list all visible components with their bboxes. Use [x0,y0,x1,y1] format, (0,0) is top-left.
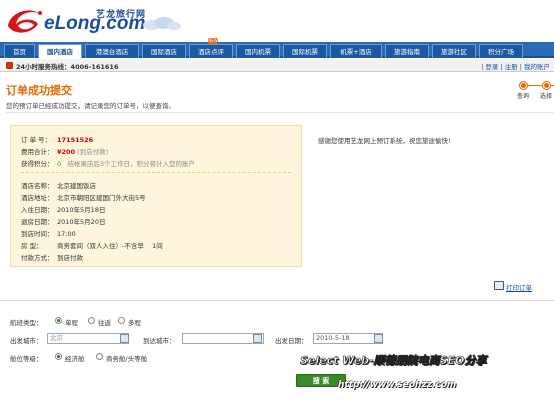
trip-multi-radio[interactable] [118,317,125,324]
fee-label: 费用合计： [21,148,54,156]
from-city-input[interactable]: 北京 [47,333,129,344]
checkout-row: 退房日期： 2010年5月20日 [21,216,105,226]
trip-oneway-radio[interactable] [55,317,62,324]
points-label: 获得积分： [21,160,54,168]
from-city-label: 出发城市： [10,337,43,345]
hotel-address-label: 酒店地址： [21,194,54,202]
divider [0,300,554,301]
hotel-address-value: 北京市朝阳区建国门外大街5号 [57,194,146,202]
hotel-address-row: 酒店地址： 北京市朝阳区建国门外大街5号 [21,192,146,202]
depart-date-input[interactable]: 2010-5-18 [313,333,383,344]
points-value: 0 [57,160,62,168]
page-title: 订单成功提交 [6,84,72,97]
order-number-row: 订 单 号： 17151526 [21,134,93,144]
hotel-name-label: 酒店名称： [21,182,54,190]
points-note: 结帐离店后3个工作日，积分将计入您的账户 [67,160,195,168]
thanks-message: 感谢您使用艺龙网上预订系统，祝您旅途愉快! [318,137,451,145]
nav-tab-hk-macau-taiwan-hotel[interactable]: 港澳台酒店 [85,44,139,58]
arrival-time-value: 17:00 [57,230,76,238]
dragon-logo-icon [8,10,42,33]
cabin-economy-label[interactable]: 经济舱 [65,353,85,363]
hotel-name-value: 北京建国饭店 [57,182,96,190]
payment-row: 付款方式： 到店付款 [21,252,83,262]
order-number-label: 订 单 号： [21,136,52,144]
watermark-url: http://www.seohzz.com [338,380,457,390]
checkin-label: 入住日期： [21,206,54,214]
fee-row: 费用合计： ¥200 (到店付款) [21,146,108,156]
site-header: 艺龙旅行网 eLong.com [0,0,554,42]
trip-oneway-label[interactable]: 单程 [65,317,78,327]
checkin-value: 2010年5月18日 [57,206,106,214]
calendar-icon[interactable] [374,334,383,343]
room-count-value: 1间 [152,242,163,250]
account-links[interactable]: | 登录 | 注册 | 我的账户 [481,61,550,71]
checkin-row: 入住日期： 2010年5月18日 [21,204,105,214]
watermark-text: Select Web-顺德朋院电商SEO分享 [300,354,487,368]
fee-note: (到店付款) [77,148,109,156]
arrival-time-row: 到店时间： 17:00 [21,228,76,238]
nav-tab-hotel-reviews[interactable]: 酒店点评 [189,44,233,58]
printer-icon[interactable] [494,281,504,290]
arrival-time-label: 到店时间： [21,230,54,238]
step-dot-icon [542,82,550,89]
trip-type-label: 航班类型： [10,319,43,327]
phone-icon [6,62,13,69]
hotline-bar: 24小时服务热线：4006-161616 | 登录 | 注册 | 我的账户 [0,59,554,72]
elong-logo[interactable]: 艺龙旅行网 eLong.com [4,4,204,38]
cabin-business-radio[interactable] [96,353,103,360]
logo-english-text: eLong.com [44,13,146,34]
hotline-text: 24小时服务热线：4006-161616 [16,63,119,71]
page-subtitle: 您的预订单已经成功提交，请记录您的订单号，以便查询。 [6,102,175,110]
main-nav: 首页 国内酒店 港澳台酒店 国际酒店 酒店点评 国内机票 国际机票 机票+酒店 … [0,42,554,58]
room-type-value: 商务套间（双人入住）-不含早 [57,242,144,250]
cabin-business-label[interactable]: 商务舱/头等舱 [106,353,147,363]
nav-tab-domestic-hotel[interactable]: 国内酒店 [38,44,82,58]
checkout-value: 2010年5月20日 [57,218,106,226]
fee-value: ¥200 [57,148,76,156]
new-badge: NEW [208,38,218,44]
room-type-row: 房 型： 商务套间（双人入住）-不含早 1间 [21,240,163,250]
nav-tab-travel-community[interactable]: 旅游社区 [432,44,476,58]
nav-tab-intl-flights[interactable]: 国际机票 [283,44,327,58]
hotel-name-row: 酒店名称： 北京建国饭店 [21,180,96,190]
nav-tab-flight-hotel[interactable]: 机票+酒店 [330,44,382,58]
to-city-label: 到达城市： [143,337,176,345]
divider [6,112,554,113]
nav-tab-travel-guide[interactable]: 旅游指南 [385,44,429,58]
order-summary-box: 订 单 号： 17151526 费用合计： ¥200 (到店付款) 获得积分： 0 结… [10,125,302,267]
cabin-economy-radio[interactable] [55,353,62,360]
trip-roundtrip-label[interactable]: 往返 [98,317,111,327]
step-label: 选择 [539,93,552,100]
checkout-label: 退房日期： [21,218,54,226]
points-row: 获得积分： 0 结帐离店后3个工作日，积分将计入您的账户 [21,158,195,168]
trip-multi-label[interactable]: 多程 [128,317,141,327]
payment-label: 付款方式： [21,254,54,262]
divider [21,172,291,173]
order-number-value: 17151526 [57,136,94,144]
print-order-link[interactable]: 打印订单 [506,282,532,292]
nav-tab-intl-hotel[interactable]: 国际酒店 [142,44,186,58]
step-select: 选择 [526,82,554,100]
nav-tab-domestic-flights[interactable]: 国内机票 [236,44,280,58]
cloud-decoration-icon [143,17,181,30]
nav-tab-home[interactable]: 首页 [4,44,35,58]
city-picker-icon[interactable] [120,334,129,343]
room-type-label: 房 型： [21,242,43,250]
trip-roundtrip-radio[interactable] [88,317,95,324]
nav-tab-points-plaza[interactable]: 积分广场 [479,44,523,58]
cabin-class-label: 舱位等级： [10,355,43,363]
to-city-input[interactable] [182,333,264,344]
city-picker-icon[interactable] [253,334,262,343]
depart-date-label: 出发日期： [275,337,308,345]
payment-value: 到店付款 [57,254,83,262]
